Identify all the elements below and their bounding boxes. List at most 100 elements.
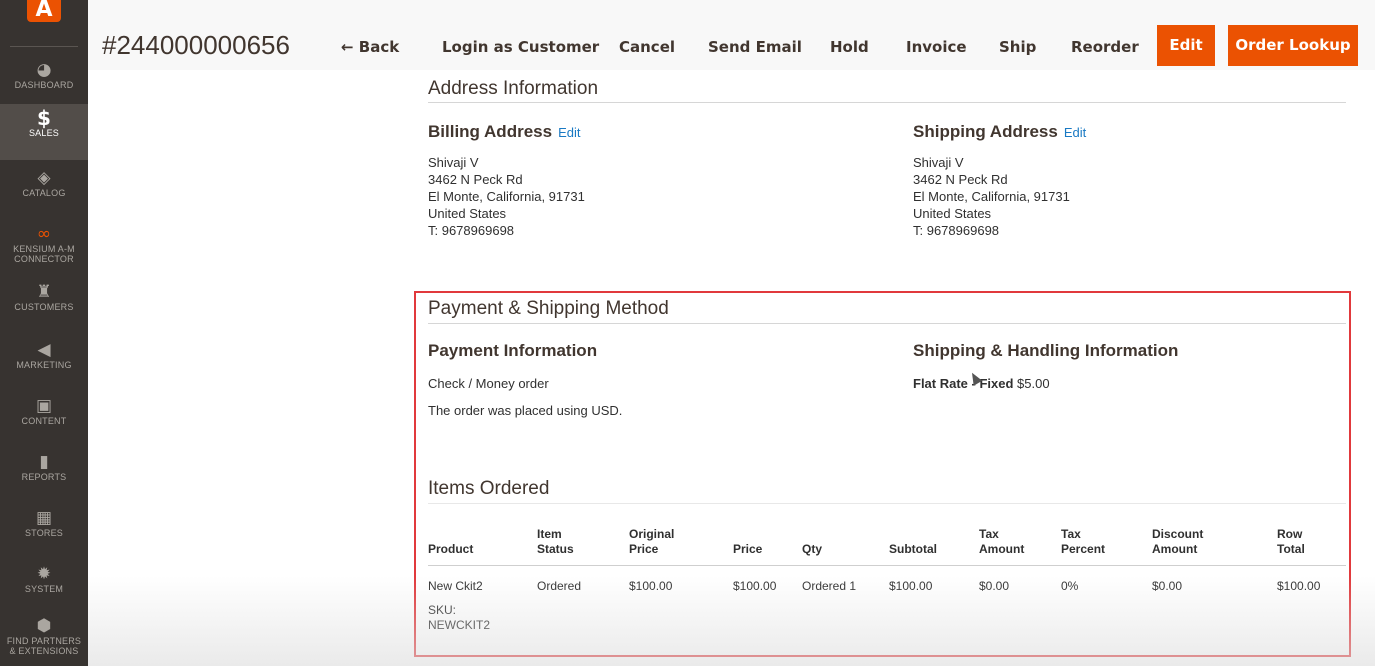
subtotal: $100.00	[889, 579, 933, 593]
billing-address-label: Billing Address	[428, 122, 553, 141]
product-name: New Ckit2	[428, 579, 483, 593]
shipping-method: Flat Rate - Fixed	[913, 376, 1014, 391]
payment-method: Check / Money order	[428, 376, 549, 391]
shipping-city: El Monte, California, 91731	[913, 189, 1070, 204]
section-divider	[428, 323, 1346, 324]
ship-button[interactable]: Ship	[999, 39, 1036, 55]
shipping-price: $5.00	[1017, 376, 1050, 391]
items-ordered-title: Items Ordered	[428, 478, 550, 499]
section-divider	[428, 503, 1346, 504]
qty: Ordered 1	[802, 579, 857, 593]
shipping-phone: T: 9678969698	[913, 223, 1000, 238]
sidebar-item-customers[interactable]: ♜ Customers	[0, 278, 88, 334]
billing-phone: T: 9678969698	[428, 223, 515, 238]
discount-amount: $0.00	[1152, 579, 1183, 593]
column-header-item-status: Item Status	[537, 527, 574, 556]
row-total: $100.00	[1277, 579, 1321, 593]
megaphone-icon: ◀	[37, 340, 51, 360]
order-lookup-button[interactable]: Order Lookup	[1228, 25, 1358, 66]
sidebar-item-marketing[interactable]: ◀ Marketing	[0, 336, 88, 392]
sidebar-item-label: FIND PARTNERS	[6, 636, 82, 646]
shipping-street: 3462 N Peck Rd	[913, 172, 1008, 187]
login-as-customer-button[interactable]: Login as Customer	[442, 39, 599, 55]
billing-city: El Monte, California, 91731	[428, 189, 585, 204]
original-price: $100.00	[629, 579, 673, 593]
sidebar-item-label: System	[24, 584, 64, 594]
sidebar-divider	[10, 46, 78, 47]
sidebar-item-label: KENSIUM A-M	[13, 244, 75, 254]
sidebar-item-label: Stores	[24, 528, 64, 538]
billing-country: United States	[428, 206, 507, 221]
shipping-name: Shivaji V	[913, 155, 964, 170]
sidebar-item-system[interactable]: ✹ System	[0, 560, 88, 616]
layout-icon: ▣	[35, 396, 53, 416]
sidebar-item-find-partners[interactable]: ⬢ FIND PARTNERS & EXTENSIONS	[0, 612, 88, 666]
sidebar-item-reports[interactable]: ▮ Reports	[0, 448, 88, 504]
sku-label: SKU:	[428, 603, 457, 617]
price: $100.00	[733, 579, 777, 593]
sidebar-item-kensium-connector[interactable]: ∞ KENSIUM A-M CONNECTOR	[0, 220, 88, 280]
payment-shipping-title: Payment & Shipping Method	[428, 298, 669, 319]
column-header-discount-amount: Discount Amount	[1152, 527, 1204, 556]
column-header-row-total: Row Total	[1277, 527, 1305, 556]
sidebar-item-label: Reports	[21, 472, 67, 482]
tax-percent: 0%	[1061, 579, 1079, 593]
dollar-icon: $	[37, 106, 51, 130]
bar-chart-icon: ▮	[39, 452, 49, 472]
speedometer-icon: ◕	[36, 60, 52, 80]
connector-icon: ∞	[36, 224, 52, 244]
table-header-divider	[428, 565, 1346, 566]
billing-address-title: Billing Address Edit	[428, 122, 580, 143]
sidebar-item-label: Sales	[28, 128, 60, 138]
gear-icon: ✹	[36, 564, 52, 584]
address-information-title: Address Information	[428, 78, 599, 99]
sidebar-item-content[interactable]: ▣ Content	[0, 392, 88, 448]
sidebar-item-label: CONNECTOR	[14, 254, 74, 264]
column-header-original-price: Original Price	[629, 527, 675, 556]
shipping-address-edit-link[interactable]: Edit	[1064, 125, 1086, 140]
box-icon: ◈	[37, 168, 51, 188]
page-header: #244000000656 ← Back Login as Customer C…	[88, 0, 1375, 70]
column-header-price: Price	[733, 542, 763, 556]
cube-icon: ⬢	[36, 616, 52, 636]
currency-note: The order was placed using USD.	[428, 403, 623, 418]
sidebar-item-label: Catalog	[22, 188, 66, 198]
shipping-method-line: Flat Rate - Fixed $5.00	[913, 375, 1050, 392]
shipping-handling-title: Shipping & Handling Information	[913, 341, 1179, 360]
page-title: #244000000656	[102, 30, 290, 60]
sidebar-item-label: Marketing	[16, 360, 72, 370]
sidebar-item-label: & EXTENSIONS	[9, 646, 79, 656]
reorder-button[interactable]: Reorder	[1071, 39, 1139, 55]
hold-button[interactable]: Hold	[830, 39, 869, 55]
logo-icon: A	[35, 0, 53, 22]
sidebar-item-label: Customers	[14, 302, 74, 312]
sidebar-item-label: Content	[21, 416, 67, 426]
billing-address-edit-link[interactable]: Edit	[558, 125, 580, 140]
magento-logo[interactable]: A	[27, 0, 61, 22]
column-header-tax-percent: Tax Percent	[1061, 527, 1106, 556]
invoice-button[interactable]: Invoice	[906, 39, 967, 55]
shipping-address-title: Shipping Address Edit	[913, 122, 1086, 143]
column-header-qty: Qty	[802, 542, 823, 556]
sidebar-item-stores[interactable]: ▦ Stores	[0, 504, 88, 560]
shipping-country: United States	[913, 206, 992, 221]
section-divider	[428, 102, 1346, 103]
column-header-product: Product	[428, 542, 474, 556]
sidebar-item-sales[interactable]: $ Sales	[0, 104, 88, 160]
admin-sidebar: A ◕ Dashboard $ Sales ◈ Catalog ∞ KENSIU…	[0, 0, 88, 666]
column-header-subtotal: Subtotal	[889, 542, 937, 556]
cancel-button[interactable]: Cancel	[619, 39, 675, 55]
column-header-tax-amount: Tax Amount	[979, 527, 1025, 556]
item-status: Ordered	[537, 579, 582, 593]
sidebar-item-label: Dashboard	[14, 80, 74, 90]
sidebar-item-catalog[interactable]: ◈ Catalog	[0, 164, 88, 220]
payment-information-title: Payment Information	[428, 341, 598, 360]
billing-street: 3462 N Peck Rd	[428, 172, 523, 187]
edit-button[interactable]: Edit	[1157, 25, 1215, 66]
person-icon: ♜	[36, 282, 52, 302]
store-icon: ▦	[35, 508, 53, 528]
send-email-button[interactable]: Send Email	[708, 39, 802, 55]
billing-name: Shivaji V	[428, 155, 479, 170]
back-button[interactable]: ← Back	[341, 39, 399, 55]
sku-value: NEWCKIT2	[428, 618, 491, 632]
